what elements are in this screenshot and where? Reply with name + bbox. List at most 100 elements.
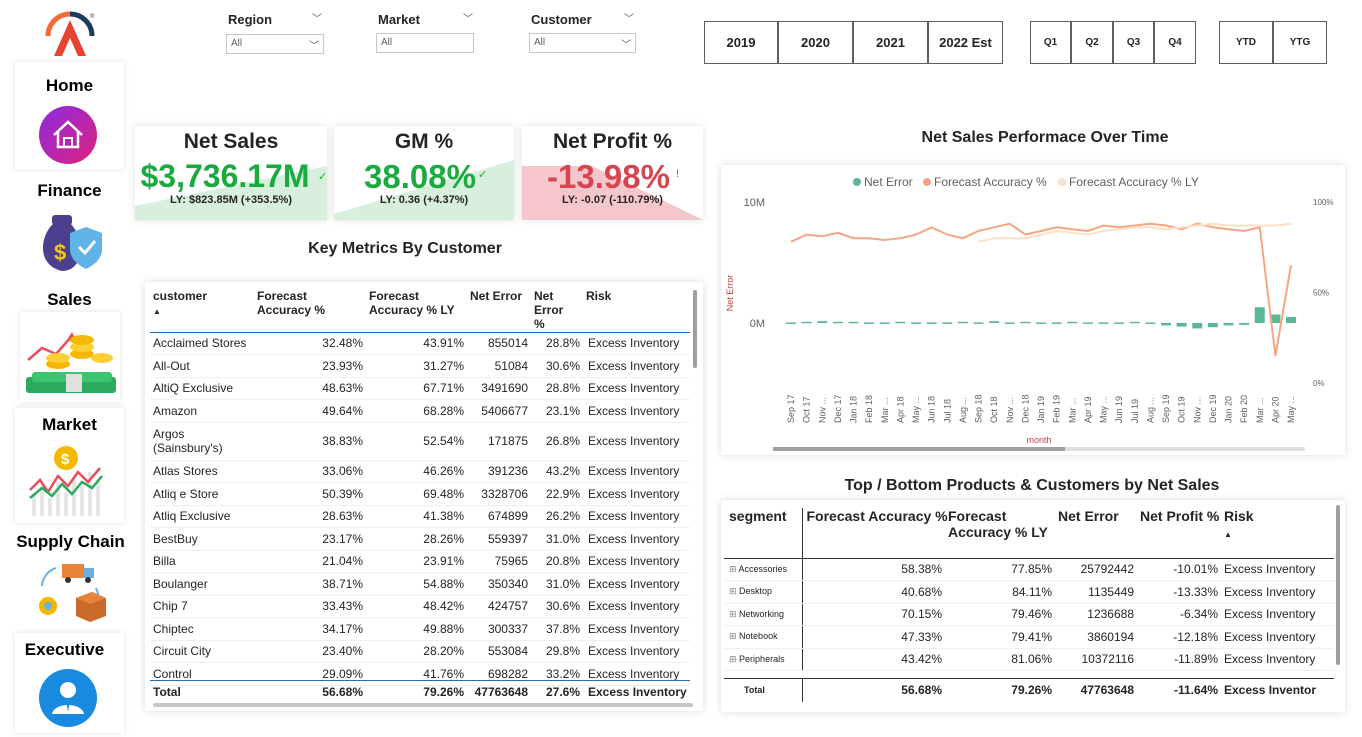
segment-cell: ⊞ Peripherals (724, 648, 803, 671)
table-row[interactable]: ⊞ Networking 70.15% 79.46% 1236688 -6.34% Exc… (724, 603, 1334, 626)
sidebar-item-supply-chain[interactable]: Supply Chain (12, 532, 129, 552)
chevron-down-icon[interactable]: ﹀ (624, 10, 634, 25)
table-cell: 40.68% (802, 580, 948, 604)
table-row[interactable]: Boulanger 38.71% 54.88% 350340 31.0% Excess I… (150, 572, 690, 596)
column-header-net-error-pct[interactable]: Net Error % (534, 289, 586, 332)
y-axis-title: Net Error (725, 275, 735, 312)
net-error-bar (911, 322, 921, 324)
vertical-scrollbar[interactable] (1336, 505, 1340, 665)
table-row[interactable]: ⊞ Notebook 47.33% 79.41% 3860194 -12.18% Exce… (724, 625, 1334, 649)
table-row[interactable]: ⊞ Peripherals 43.42% 81.06% 10372116 -11.89%… (724, 648, 1334, 671)
quarter-button-q2[interactable]: Q2 (1071, 21, 1113, 64)
table-row[interactable]: Argos (Sainsbury's) 38.83% 52.54% 171875 26.… (150, 422, 690, 461)
table-row[interactable]: Amazon 49.64% 68.28% 5406677 23.1% Excess Inv… (150, 399, 690, 423)
kpi-card-net-profit: Net Profit % -13.98% ! LY: -0.07 (-110.7… (522, 126, 703, 220)
region-filter-dropdown[interactable]: All ﹀ (226, 34, 324, 54)
chevron-down-icon: ﹀ (309, 41, 319, 52)
line-chart-canvas: Net Error Forecast Accuracy % Forecast Acc… (725, 175, 1333, 451)
table-cell: 67.71% (369, 377, 470, 400)
customer-name-cell: Chip 7 (150, 595, 257, 618)
total-cell: Excess Inventor (1224, 683, 1317, 698)
customer-name-cell: AltiQ Exclusive (150, 377, 257, 400)
total-cell: 79.26% (1011, 683, 1052, 698)
svg-text:®: ® (90, 13, 95, 20)
column-header-risk[interactable]: Risk ▲ (1224, 508, 1334, 558)
chart-scrollbar-thumb (773, 447, 1065, 451)
year-button-2019[interactable]: 2019 (704, 21, 778, 64)
table-row[interactable]: Acclaimed Stores 32.48% 43.91% 855014 28.8% E… (150, 332, 690, 355)
column-header-net-error[interactable]: Net Error (470, 289, 534, 332)
y-right-tick-label: 0% (1313, 379, 1325, 388)
customer-filter-dropdown[interactable]: All ﹀ (529, 33, 636, 53)
net-error-bar (1254, 307, 1265, 323)
table-row[interactable]: Chiptec 34.17% 49.88% 300337 37.8% Excess Inv… (150, 617, 690, 641)
table-cell: 48.42% (369, 595, 470, 618)
period-button-ytg[interactable]: YTG (1273, 21, 1327, 64)
table-row[interactable]: Atliq Exclusive 28.63% 41.38% 674899 26.2% Ex… (150, 505, 690, 528)
svg-text:$: $ (54, 240, 66, 265)
expand-icon[interactable]: ⊞ (729, 586, 739, 596)
customer-name-cell: Amazon (150, 399, 257, 423)
table-cell: 31.0% (534, 527, 586, 551)
x-tick-label: Mar ... (880, 397, 890, 423)
market-filter-dropdown[interactable]: All (376, 33, 474, 53)
x-tick-label: Apr 19 (1083, 396, 1093, 423)
check-icon: ✓ (478, 169, 488, 181)
column-header-forecast-accuracy[interactable]: Forecast Accuracy % (257, 289, 369, 332)
table-row[interactable]: Chip 7 33.43% 48.42% 424757 30.6% Excess Inve… (150, 595, 690, 618)
x-axis-title: month (1026, 435, 1051, 445)
vertical-scrollbar[interactable] (693, 290, 697, 368)
table-cell: 3860194 (1058, 625, 1140, 649)
x-tick-label: Nov ... (1192, 397, 1202, 423)
expand-icon[interactable]: ⊞ (729, 654, 739, 664)
table-row[interactable]: Atlas Stores 33.06% 46.26% 391236 43.2% Exces… (150, 460, 690, 483)
horizontal-scrollbar[interactable] (153, 703, 693, 707)
net-error-bar (1051, 322, 1062, 324)
column-header-forecast-accuracy-ly[interactable]: Forecast Accuracy % LY (948, 508, 1058, 558)
table-cell: 21.04% (257, 550, 369, 573)
quarter-button-q1[interactable]: Q1 (1030, 21, 1071, 64)
column-header-net-error[interactable]: Net Error (1058, 508, 1140, 558)
year-button-2022-est[interactable]: 2022 Est (928, 21, 1003, 64)
sort-asc-icon: ▲ (1224, 530, 1232, 539)
chevron-down-icon[interactable]: ﹀ (312, 10, 322, 25)
table-cell: 52.54% (369, 422, 470, 461)
total-cell: 56.68% (322, 685, 363, 700)
table-cell: 34.17% (257, 617, 369, 641)
table-cell: 31.0% (534, 572, 586, 596)
column-header-net-profit[interactable]: Net Profit % (1140, 508, 1224, 558)
x-tick-label: Sep 17 (786, 394, 796, 423)
expand-icon[interactable]: ⊞ (729, 564, 739, 574)
column-header-forecast-accuracy-ly[interactable]: Forecast Accuracy % LY (369, 289, 470, 332)
expand-icon[interactable]: ⊞ (729, 609, 739, 619)
sidebar-item-sales[interactable]: Sales (15, 290, 124, 310)
year-button-2021[interactable]: 2021 (853, 21, 928, 64)
table-cell: Excess Inventory (586, 617, 690, 641)
expand-icon[interactable]: ⊞ (729, 631, 739, 641)
net-error-bar (926, 322, 937, 324)
net-error-bar (1036, 322, 1046, 324)
period-button-ytd[interactable]: YTD (1219, 21, 1273, 64)
net-error-bar (1286, 316, 1296, 323)
column-header-risk[interactable]: Risk (586, 289, 690, 332)
executive-icon (38, 668, 98, 728)
table-row[interactable]: Circuit City 23.40% 28.20% 553084 29.8% Exces… (150, 640, 690, 663)
market-filter-label: Market (378, 12, 420, 27)
year-button-2020[interactable]: 2020 (778, 21, 853, 64)
table-row[interactable]: BestBuy 23.17% 28.26% 559397 31.0% Excess Inv… (150, 527, 690, 551)
legend-label: Net Error (864, 175, 913, 189)
quarter-button-q3[interactable]: Q3 (1113, 21, 1154, 64)
table-row[interactable]: Atliq e Store 50.39% 69.48% 3328706 22.9% Exc… (150, 482, 690, 506)
sidebar-item-finance[interactable]: Finance (15, 181, 124, 201)
quarter-button-q4[interactable]: Q4 (1154, 21, 1196, 64)
chevron-down-icon[interactable]: ﹀ (463, 10, 473, 25)
table-row[interactable]: ⊞ Accessories 58.38% 77.85% 25792442 -10.01%… (724, 558, 1334, 581)
column-header-customer[interactable]: customer ▲ (150, 289, 257, 332)
table-row[interactable]: All-Out 23.93% 31.27% 51084 30.6% Excess Inve… (150, 354, 690, 378)
column-header-segment[interactable]: segment (724, 508, 803, 558)
x-tick-label: Jan 20 (1224, 396, 1234, 423)
table-row[interactable]: Billa 21.04% 23.91% 75965 20.8% Excess Invent… (150, 550, 690, 573)
table-row[interactable]: ⊞ Desktop 40.68% 84.11% 1135449 -13.33% Exces… (724, 580, 1334, 604)
table-row[interactable]: AltiQ Exclusive 48.63% 67.71% 3491690 28.8% E… (150, 377, 690, 400)
column-header-forecast-accuracy[interactable]: Forecast Accuracy % (802, 508, 948, 558)
